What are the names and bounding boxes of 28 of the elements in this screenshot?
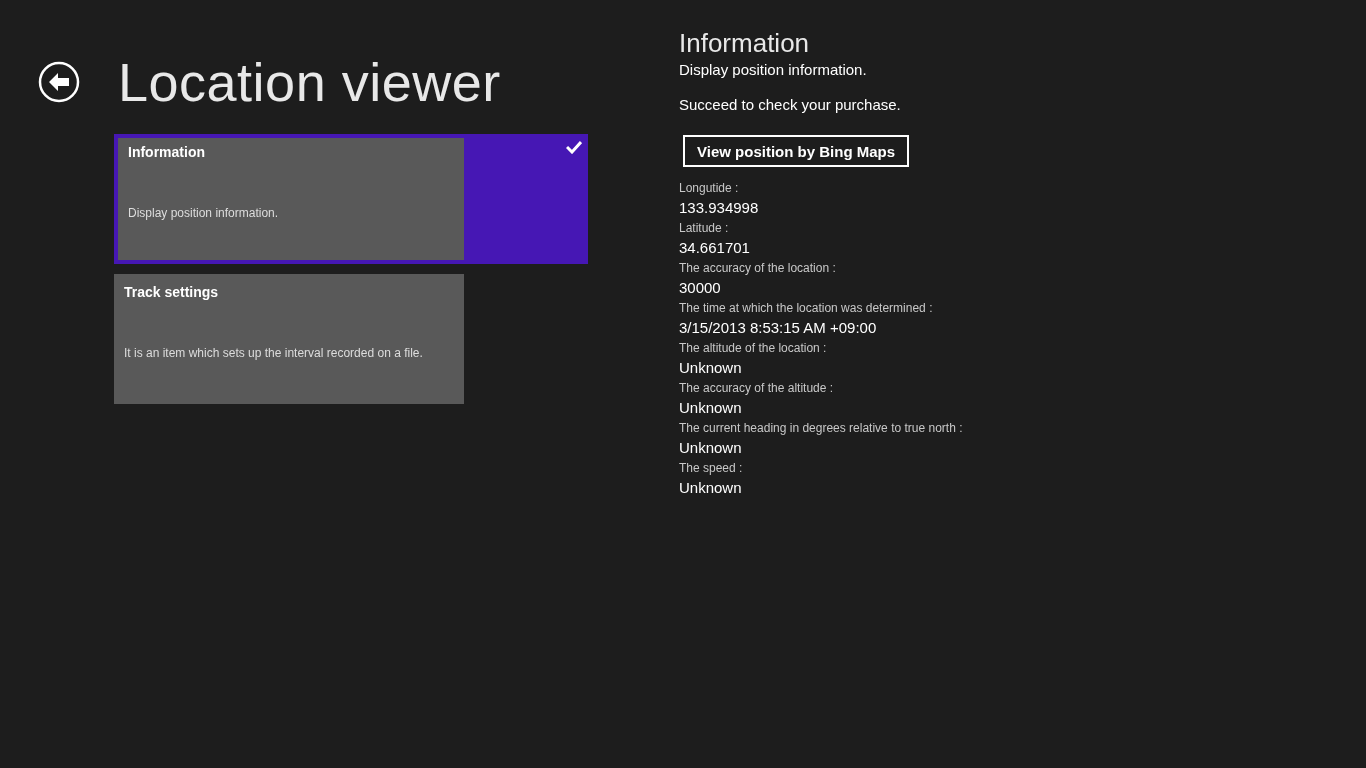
- field-label: The speed :: [679, 460, 744, 477]
- field-label: The accuracy of the location :: [679, 260, 837, 277]
- field-value: Unknown: [679, 438, 743, 458]
- field-label: The altitude of the location :: [679, 340, 828, 357]
- detail-subtitle: Display position information.: [679, 61, 868, 78]
- item-description: It is an item which sets up the interval recorded on a file.: [124, 346, 424, 360]
- field-value: 30000: [679, 278, 722, 298]
- item-title: Track settings: [124, 284, 220, 300]
- page-title: Location viewer: [118, 51, 501, 113]
- field-label: The current heading in degrees relative to true north :: [679, 420, 963, 437]
- field-value: Unknown: [679, 478, 743, 498]
- back-button[interactable]: [38, 61, 80, 103]
- field-label: Longutide :: [679, 180, 740, 197]
- field-value: Unknown: [679, 358, 743, 378]
- item-title: Information: [128, 144, 206, 160]
- field-value: 133.934998: [679, 198, 760, 218]
- field-label: The time at which the location was determined :: [679, 300, 934, 317]
- view-map-button[interactable]: View position by Bing Maps: [683, 135, 910, 167]
- field-label: Latitude :: [679, 220, 730, 237]
- field-value: 34.661701: [679, 238, 751, 258]
- checkmark-icon: [566, 140, 582, 154]
- field-label: The accuracy of the altitude :: [679, 380, 835, 397]
- detail-title: Information: [679, 28, 811, 59]
- status-message: Succeed to check your purchase.: [679, 96, 902, 113]
- field-value: 3/15/2013 8:53:15 AM +09:00: [679, 318, 878, 338]
- list-item[interactable]: Information Display position information.: [114, 134, 588, 264]
- field-value: Unknown: [679, 398, 743, 418]
- item-description: Display position information.: [128, 206, 280, 220]
